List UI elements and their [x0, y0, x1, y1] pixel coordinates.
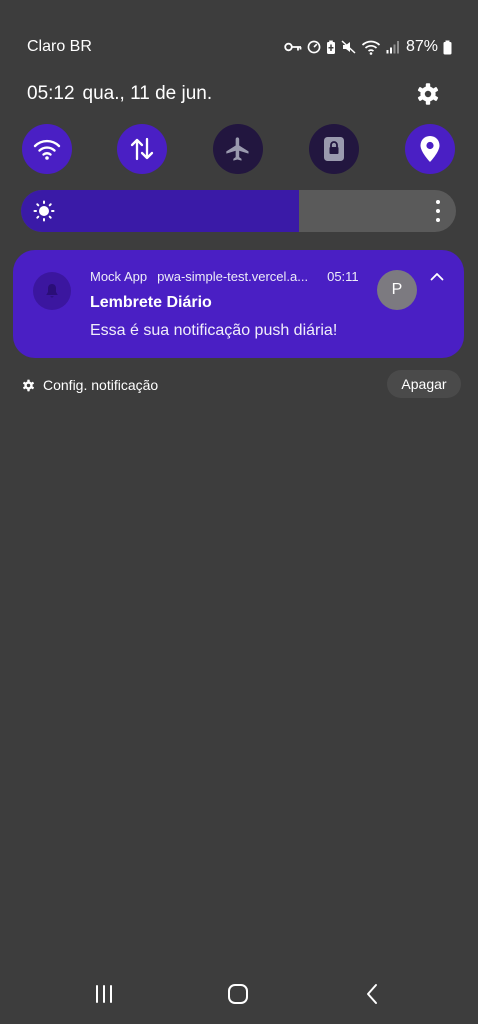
toggle-mobile-data[interactable] [117, 124, 167, 174]
mute-icon [341, 40, 356, 54]
avatar-letter: P [391, 281, 403, 298]
expand-notification-button[interactable] [427, 268, 447, 284]
home-button[interactable] [218, 978, 258, 1010]
more-vertical-icon[interactable] [434, 200, 442, 222]
notification-body: Essa é sua notificação push diária! [90, 322, 338, 339]
gear-icon [417, 83, 439, 105]
toggle-airplane-mode[interactable] [213, 124, 263, 174]
location-pin-icon [420, 136, 440, 162]
brightness-level-fill [21, 190, 299, 232]
sun-icon [33, 200, 55, 222]
battery-icon [443, 40, 452, 54]
notification-shade: Claro BR 87% 05:12 qua., 11 de jun. Mock… [0, 0, 478, 1024]
battery-percentage: 87% [405, 38, 438, 55]
toggle-location[interactable] [405, 124, 455, 174]
gear-icon [23, 379, 34, 391]
notification-source: pwa-simple-test.vercel.a... [157, 269, 309, 284]
lock-icon [324, 137, 344, 161]
back-icon [367, 984, 377, 1004]
data-transfer-icon [130, 137, 154, 161]
recents-icon [96, 985, 112, 1003]
key-icon [284, 42, 302, 52]
avatar: P [377, 270, 417, 310]
signal-icon [386, 41, 399, 54]
clock-time: 05:12 [27, 83, 75, 104]
settings-button[interactable] [414, 80, 442, 108]
notification-time: 05:11 [327, 269, 359, 284]
notification-app-icon [33, 272, 71, 310]
toggle-wifi[interactable] [22, 124, 72, 174]
notification-header: Mock App pwa-simple-test.vercel.a... 05:11 [90, 269, 359, 285]
wifi-icon [33, 139, 61, 160]
status-bar: Claro BR 87% [0, 36, 478, 58]
wifi-icon [361, 40, 381, 55]
clear-all-label: Apagar [401, 376, 447, 392]
notification-app-name: Mock App [90, 269, 148, 284]
notification-settings-link[interactable]: Config. notificação [22, 375, 158, 395]
notification-title: Lembrete Diário [90, 294, 212, 311]
status-icons: 87% [284, 38, 452, 56]
recents-button[interactable] [84, 978, 124, 1010]
toggle-screen-lock[interactable] [309, 124, 359, 174]
home-icon [228, 984, 248, 1004]
data-saver-icon [307, 40, 321, 54]
battery-saver-icon [326, 40, 335, 54]
airplane-icon [226, 137, 249, 161]
chevron-up-icon [430, 272, 444, 280]
notification-card[interactable]: Mock App pwa-simple-test.vercel.a... 05:11… [13, 250, 464, 358]
date-time-row: 05:12 qua., 11 de jun. [27, 82, 212, 106]
notification-settings-label: Config. notificação [43, 377, 159, 393]
back-button[interactable] [352, 978, 392, 1010]
carrier-name: Claro BR [27, 38, 92, 55]
bell-icon [46, 284, 58, 298]
brightness-slider[interactable] [21, 190, 456, 232]
clear-all-button[interactable]: Apagar [387, 370, 461, 398]
current-date: qua., 11 de jun. [82, 83, 213, 104]
